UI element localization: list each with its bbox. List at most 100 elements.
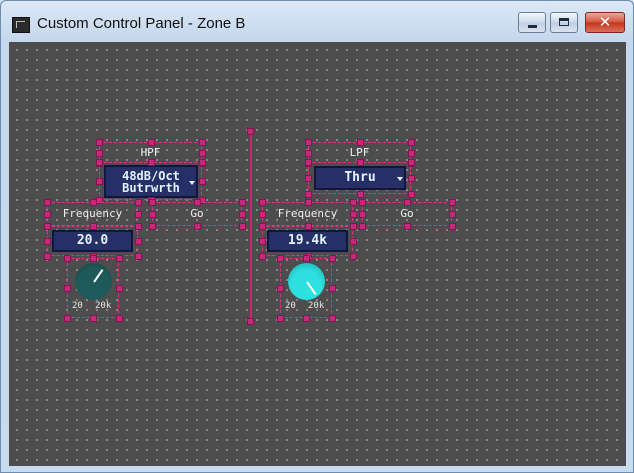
resize-handle[interactable] — [408, 139, 415, 146]
resize-handle[interactable] — [408, 149, 415, 157]
resize-handle[interactable] — [329, 285, 336, 292]
resize-handle[interactable] — [247, 128, 254, 135]
minimize-button[interactable] — [518, 12, 546, 33]
resize-handle[interactable] — [303, 255, 310, 262]
resize-handle[interactable] — [259, 238, 266, 245]
resize-handle[interactable] — [64, 315, 71, 322]
hpf-go-button[interactable]: Go — [153, 207, 241, 220]
resize-handle[interactable] — [350, 211, 357, 218]
resize-handle[interactable] — [259, 223, 266, 230]
hpf-slope-frame[interactable]: 48dB/Oct Butrwrth — [96, 159, 206, 204]
resize-handle[interactable] — [116, 285, 123, 292]
hpf-knob-frame[interactable]: 20 20k — [64, 255, 123, 322]
maximize-button[interactable] — [550, 12, 578, 33]
resize-handle[interactable] — [239, 223, 246, 230]
resize-handle[interactable] — [359, 199, 366, 206]
hpf-frequency-frame[interactable]: 20.0 — [44, 223, 142, 260]
hpf-slope-select[interactable]: 48dB/Oct Butrwrth — [104, 165, 198, 198]
resize-handle[interactable] — [350, 199, 357, 206]
resize-handle[interactable] — [329, 255, 336, 262]
resize-handle[interactable] — [449, 199, 456, 206]
resize-handle[interactable] — [44, 211, 51, 218]
resize-handle[interactable] — [135, 223, 142, 230]
hpf-frequency-value[interactable]: 20.0 — [52, 230, 133, 252]
resize-handle[interactable] — [44, 199, 51, 206]
resize-handle[interactable] — [90, 255, 97, 262]
resize-handle[interactable] — [199, 139, 206, 146]
resize-handle[interactable] — [44, 238, 51, 245]
resize-handle[interactable] — [194, 199, 201, 206]
resize-handle[interactable] — [277, 285, 284, 292]
resize-handle[interactable] — [259, 199, 266, 206]
resize-handle[interactable] — [408, 191, 415, 198]
resize-handle[interactable] — [350, 253, 357, 260]
title-bar[interactable]: Custom Control Panel - Zone B ✕ — [1, 1, 633, 41]
hpf-go-frame[interactable]: Go — [149, 199, 246, 230]
resize-handle[interactable] — [149, 199, 156, 206]
resize-handle[interactable] — [356, 159, 364, 166]
resize-handle[interactable] — [147, 139, 155, 146]
resize-handle[interactable] — [149, 223, 156, 230]
lpf-go-button[interactable]: Go — [363, 207, 451, 220]
resize-handle[interactable] — [199, 178, 206, 185]
resize-handle[interactable] — [408, 175, 415, 182]
lpf-slope-select[interactable]: Thru — [314, 166, 406, 190]
resize-handle[interactable] — [304, 199, 312, 206]
resize-handle[interactable] — [96, 149, 103, 157]
resize-handle[interactable] — [135, 238, 142, 245]
resize-handle[interactable] — [305, 175, 312, 182]
resize-handle[interactable] — [404, 199, 411, 206]
resize-handle[interactable] — [64, 255, 71, 262]
resize-handle[interactable] — [135, 253, 142, 260]
resize-handle[interactable] — [96, 159, 103, 166]
resize-handle[interactable] — [44, 223, 51, 230]
resize-handle[interactable] — [147, 159, 155, 166]
resize-handle[interactable] — [247, 318, 254, 325]
resize-handle[interactable] — [199, 149, 206, 157]
resize-handle[interactable] — [350, 223, 357, 230]
resize-handle[interactable] — [305, 139, 312, 146]
resize-handle[interactable] — [404, 223, 411, 230]
resize-handle[interactable] — [194, 223, 201, 230]
hpf-frequency-knob[interactable] — [75, 263, 112, 300]
control-canvas[interactable]: HPF 48dB/Oct Butrwrth Frequency Go 20.0 … — [9, 42, 626, 466]
divider-line[interactable] — [247, 128, 254, 325]
lpf-frequency-value[interactable]: 19.4k — [267, 230, 348, 252]
resize-handle[interactable] — [449, 211, 456, 218]
resize-handle[interactable] — [359, 223, 366, 230]
lpf-frequency-knob[interactable] — [288, 263, 325, 300]
lpf-knob-frame[interactable]: 20 20k — [277, 255, 336, 322]
resize-handle[interactable] — [89, 199, 97, 206]
resize-handle[interactable] — [408, 159, 415, 166]
resize-handle[interactable] — [259, 211, 266, 218]
resize-handle[interactable] — [135, 211, 142, 218]
resize-handle[interactable] — [259, 253, 266, 260]
resize-handle[interactable] — [305, 159, 312, 166]
resize-handle[interactable] — [277, 255, 284, 262]
resize-handle[interactable] — [350, 238, 357, 245]
resize-handle[interactable] — [89, 223, 97, 230]
resize-handle[interactable] — [329, 315, 336, 322]
resize-handle[interactable] — [149, 211, 156, 218]
lpf-frequency-frame[interactable]: 19.4k — [259, 223, 357, 260]
resize-handle[interactable] — [305, 149, 312, 157]
resize-handle[interactable] — [305, 191, 312, 198]
resize-handle[interactable] — [96, 178, 103, 185]
resize-handle[interactable] — [116, 255, 123, 262]
lpf-go-frame[interactable]: Go — [359, 199, 456, 230]
close-button[interactable]: ✕ — [585, 12, 625, 33]
resize-handle[interactable] — [90, 315, 97, 322]
resize-handle[interactable] — [304, 223, 312, 230]
resize-handle[interactable] — [135, 199, 142, 206]
resize-handle[interactable] — [239, 211, 246, 218]
resize-handle[interactable] — [359, 211, 366, 218]
resize-handle[interactable] — [199, 159, 206, 166]
resize-handle[interactable] — [303, 315, 310, 322]
resize-handle[interactable] — [356, 191, 364, 198]
resize-handle[interactable] — [44, 253, 51, 260]
resize-handle[interactable] — [96, 139, 103, 146]
resize-handle[interactable] — [64, 285, 71, 292]
resize-handle[interactable] — [239, 199, 246, 206]
resize-handle[interactable] — [356, 139, 364, 146]
lpf-slope-frame[interactable]: Thru — [305, 159, 415, 198]
